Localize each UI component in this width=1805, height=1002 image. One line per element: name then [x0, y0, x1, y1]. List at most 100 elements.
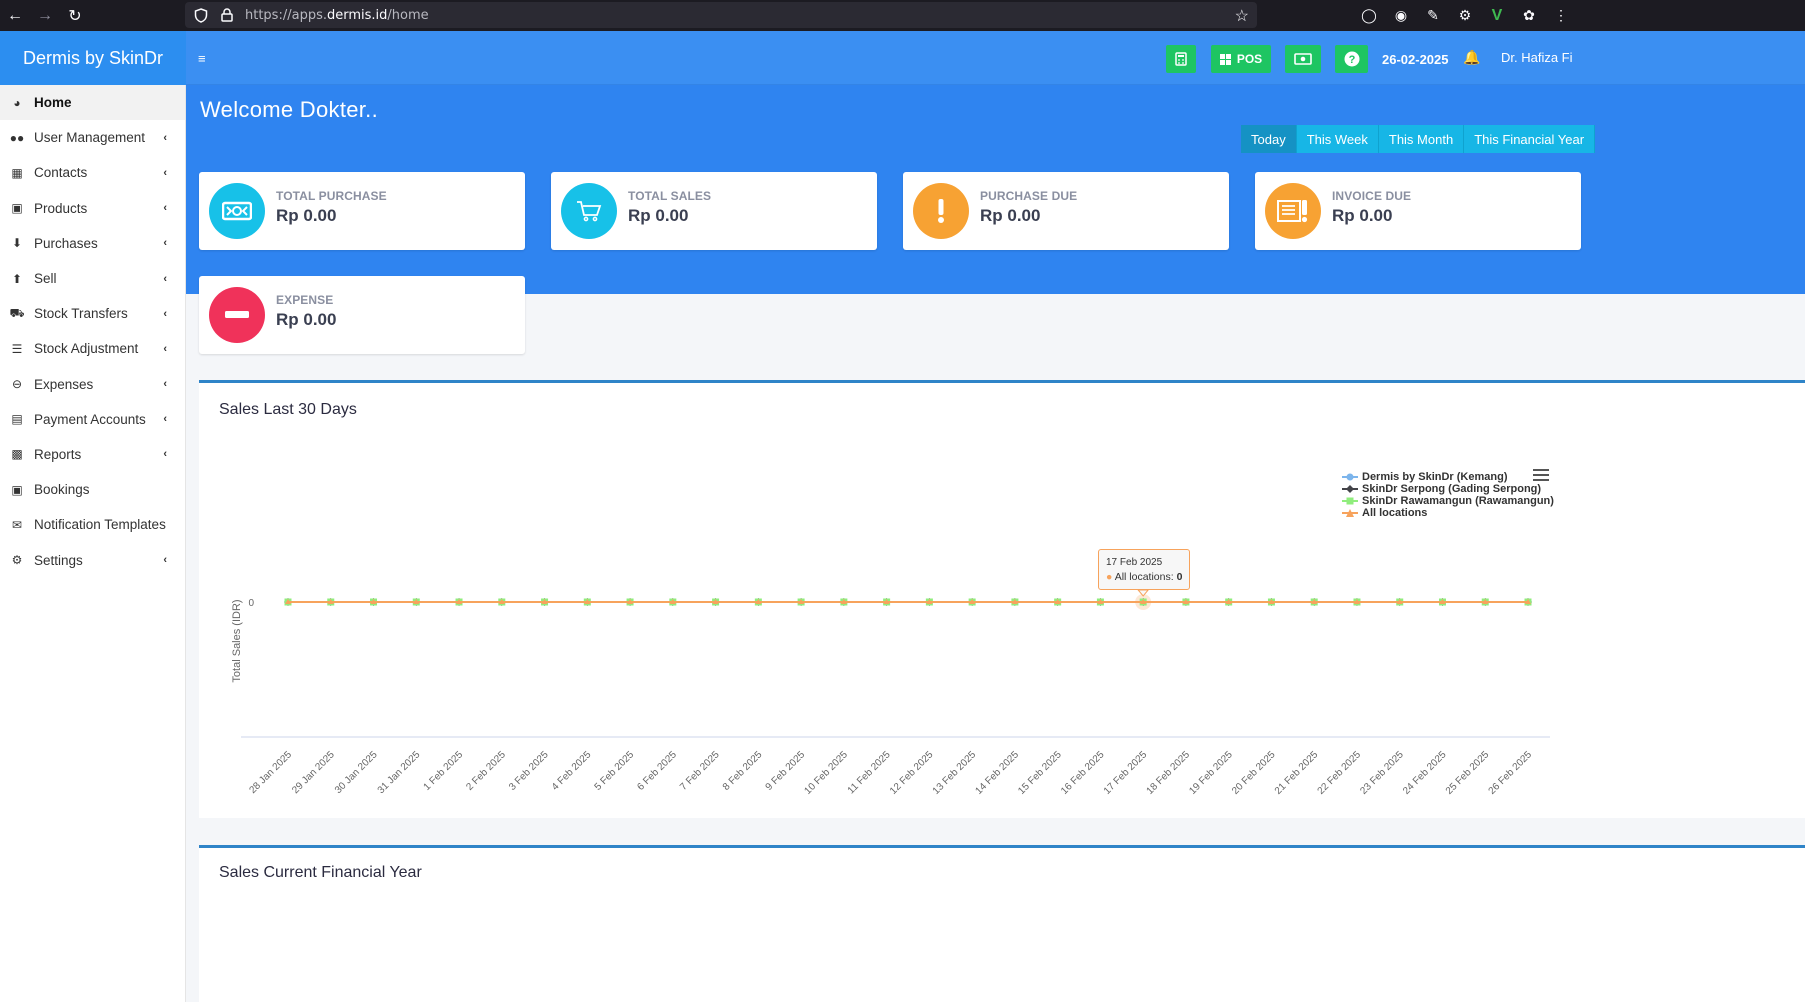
chevron-left-icon: ‹ — [163, 378, 167, 391]
range-this-financial-year-button[interactable]: This Financial Year — [1464, 125, 1596, 153]
money-bill-icon — [209, 183, 265, 239]
calculator-button[interactable] — [1166, 45, 1196, 73]
legend-item[interactable]: All locations — [1342, 507, 1554, 519]
sidebar-item-label: Notification Templates — [34, 517, 166, 533]
pocket-icon[interactable]: ◯ — [1360, 7, 1378, 25]
x-tick-label: 18 Feb 2025 — [1145, 749, 1193, 797]
legend-marker — [1342, 485, 1358, 493]
chevron-left-icon: ‹ — [163, 554, 167, 567]
card-value: Rp 0.00 — [980, 206, 1041, 225]
cash-button[interactable] — [1285, 45, 1321, 73]
reload-icon[interactable]: ↻ — [60, 0, 90, 31]
sidebar: ◕ Home ●● User Management ‹ ▦ Contacts ‹ ▣ Produc… — [0, 85, 186, 1002]
tooltip-date: 17 Feb 2025 — [1106, 557, 1163, 568]
cog-icon: ⚙ — [11, 553, 23, 568]
card-value: Rp 0.00 — [276, 206, 337, 225]
menu-icon[interactable]: ⋮ — [1552, 7, 1570, 25]
sidebar-item-label: User Management — [34, 130, 146, 146]
envelope-icon: ✉ — [11, 517, 23, 532]
sidebar-item-sell[interactable]: ⬆ Sell ‹ — [0, 261, 185, 296]
x-tick-label: 3 Feb 2025 — [507, 749, 551, 793]
truck-icon: ⛟ — [9, 305, 25, 320]
user-menu[interactable]: Dr. Hafiza Fi — [1501, 50, 1573, 65]
pos-label: POS — [1236, 52, 1263, 66]
sidebar-item-expenses[interactable]: ⊖ Expenses ‹ — [0, 367, 185, 402]
vue-devtools-icon[interactable]: V — [1488, 7, 1506, 25]
sidebar-item-stock-transfers[interactable]: ⛟ Stock Transfers ‹ — [0, 296, 185, 331]
card-value: Rp 0.00 — [276, 310, 337, 329]
x-tick-label: 15 Feb 2025 — [1016, 749, 1064, 797]
sidebar-item-products[interactable]: ▣ Products ‹ — [0, 191, 185, 226]
card-value: Rp 0.00 — [628, 206, 689, 225]
legend-label: Dermis by SkinDr (Kemang) — [1362, 471, 1508, 483]
sidebar-item-label: Expenses — [34, 376, 94, 392]
sidebar-item-label: Bookings — [34, 482, 90, 498]
shield-icon — [193, 7, 209, 23]
tooltip-series: ● All locations: 0 — [1106, 571, 1183, 583]
cubes-icon: ▣ — [11, 201, 23, 216]
x-tick-label: 2 Feb 2025 — [464, 749, 508, 793]
help-button[interactable]: ? — [1335, 45, 1368, 73]
range-this-week-button[interactable]: This Week — [1296, 125, 1379, 153]
legend-marker — [1342, 509, 1358, 517]
bookmark-star-icon[interactable]: ☆ — [1235, 6, 1249, 26]
sidebar-item-purchases[interactable]: ⬇ Purchases ‹ — [0, 226, 185, 261]
dashboard-icon: ◕ — [13, 95, 21, 110]
extensions-icon[interactable]: ✎ — [1424, 7, 1442, 25]
address-book-icon: ▦ — [11, 165, 23, 180]
chevron-left-icon: ‹ — [163, 307, 167, 320]
sidebar-toggle-icon[interactable]: ≡ — [198, 51, 206, 66]
x-tick-label: 6 Feb 2025 — [635, 749, 679, 793]
sidebar-item-label: Products — [34, 200, 88, 216]
pos-button[interactable]: POS — [1211, 45, 1271, 73]
range-this-month-button[interactable]: This Month — [1378, 125, 1465, 153]
sidebar-item-contacts[interactable]: ▦ Contacts ‹ — [0, 155, 185, 190]
account-icon[interactable]: ◉ — [1392, 7, 1410, 25]
sidebar-item-label: Payment Accounts — [34, 411, 146, 427]
chevron-left-icon: ‹ — [163, 413, 167, 426]
x-tick-label: 25 Feb 2025 — [1444, 749, 1492, 797]
settings-gear-icon[interactable]: ⚙ — [1456, 7, 1474, 25]
sidebar-item-label: Reports — [34, 446, 82, 462]
x-tick-label: 16 Feb 2025 — [1059, 749, 1107, 797]
x-tick-label: 30 Jan 2025 — [333, 749, 380, 796]
address-bar[interactable]: https://apps.dermis.id/home ☆ — [185, 2, 1257, 28]
calculator-icon — [1175, 52, 1187, 66]
forward-arrow-icon[interactable]: → — [30, 0, 60, 31]
sidebar-item-label: Stock Adjustment — [34, 341, 139, 357]
x-tick-label: 10 Feb 2025 — [802, 749, 850, 797]
extension-icon[interactable]: ✿ — [1520, 7, 1538, 25]
sidebar-item-payment-accounts[interactable]: ▤ Payment Accounts ‹ — [0, 402, 185, 437]
legend-item[interactable]: SkinDr Serpong (Gading Serpong) — [1342, 483, 1554, 495]
notification-bell-icon[interactable]: 🔔 — [1463, 49, 1480, 66]
back-arrow-icon[interactable]: ← — [0, 0, 30, 31]
legend-item[interactable]: Dermis by SkinDr (Kemang) — [1342, 471, 1554, 483]
sidebar-item-bookings[interactable]: ▣ Bookings — [0, 472, 185, 507]
sidebar-item-reports[interactable]: ▩ Reports ‹ — [0, 437, 185, 472]
legend-marker — [1342, 497, 1358, 505]
money-check-icon: ▤ — [11, 412, 23, 427]
chevron-left-icon: ‹ — [163, 202, 167, 215]
chevron-left-icon: ‹ — [163, 272, 167, 285]
sidebar-item-label: Contacts — [34, 165, 88, 181]
sidebar-item-home[interactable]: ◕ Home — [0, 85, 185, 121]
x-tick-label: 28 Jan 2025 — [247, 749, 294, 796]
sidebar-item-settings[interactable]: ⚙ Settings ‹ — [0, 542, 185, 577]
range-today-button[interactable]: Today — [1241, 125, 1297, 153]
sidebar-item-label: Purchases — [34, 235, 98, 251]
money-icon — [1294, 53, 1312, 65]
welcome-heading: Welcome Dokter.. — [200, 97, 379, 122]
chart-tooltip: 17 Feb 2025 ● All locations: 0 — [1098, 549, 1190, 590]
legend-item[interactable]: SkinDr Rawamangun (Rawamangun) — [1342, 495, 1554, 507]
x-tick-label: 11 Feb 2025 — [846, 749, 893, 796]
sidebar-item-stock-adjustment[interactable]: ☰ Stock Adjustment ‹ — [0, 331, 185, 366]
chart-context-menu-icon[interactable] — [1533, 469, 1549, 481]
sidebar-item-user-management[interactable]: ●● User Management ‹ — [0, 120, 185, 155]
sidebar-item-label: Sell — [34, 271, 57, 287]
app-brand[interactable]: Dermis by SkinDr — [0, 31, 186, 85]
chevron-left-icon: ‹ — [163, 131, 167, 144]
arrow-circle-down-icon: ⬇ — [11, 236, 23, 251]
x-tick-label: 29 Jan 2025 — [290, 749, 337, 796]
sidebar-item-notification-templates[interactable]: ✉ Notification Templates — [0, 507, 185, 542]
sidebar-item-label: Home — [34, 95, 72, 111]
